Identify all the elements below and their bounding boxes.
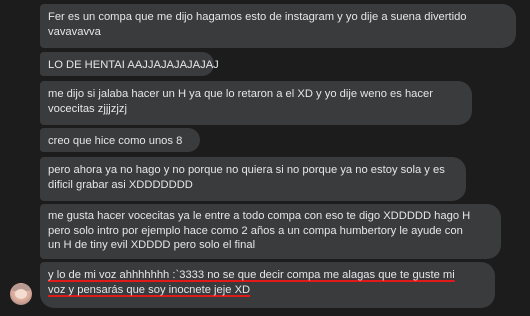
message-text-line-underlined: y lo de mi voz ahhhhhhh :`3333 no se que… <box>48 269 455 281</box>
message-bubble-highlighted[interactable]: y lo de mi voz ahhhhhhh :`3333 no se que… <box>40 262 495 308</box>
message-text-line: me dijo si jalaba hacer un H ya que lo r… <box>48 88 433 100</box>
message-bubble[interactable]: me gusta hacer vocecitas ya le entre a t… <box>40 204 501 259</box>
message-bubble[interactable]: pero ahora ya no hago y no porque no qui… <box>40 157 466 201</box>
message-bubble[interactable]: me dijo si jalaba hacer un H ya que lo r… <box>40 81 472 125</box>
message-bubble[interactable]: creo que hice como unos 8 <box>40 128 200 152</box>
message-text-line: dificil grabar asi XDDDDDDD <box>48 179 193 191</box>
message-bubble[interactable]: Fer es un compa que me dijo hagamos esto… <box>40 4 516 48</box>
message-text-line: me gusta hacer vocecitas ya le entre a t… <box>48 210 471 222</box>
message-text-line: pero solo intro por ejemplo hace como 2 … <box>48 224 463 237</box>
message-text-line: un H de tiny evil XDDDD pero solo el fin… <box>48 239 256 251</box>
message-text-line: pero ahora ya no hago y no porque no qui… <box>48 164 445 176</box>
message-text-line: vavavavva <box>48 26 101 38</box>
sender-avatar[interactable] <box>10 283 32 305</box>
message-text-line: vocecitas zjjjzjzj <box>48 103 127 115</box>
message-text-line: creo que hice como unos 8 <box>48 135 183 147</box>
message-text-line: LO DE HENTAI AAJJAJAJAJAJAJ <box>48 59 219 71</box>
message-bubble[interactable]: LO DE HENTAI AAJJAJAJAJAJAJ <box>40 52 219 76</box>
message-text-line-underlined: voz y pensarás que soy inocnete jeje XD <box>48 284 251 296</box>
avatar-face <box>15 289 27 299</box>
chat-thread: Fer es un compa que me dijo hagamos esto… <box>0 0 530 316</box>
message-text-line: Fer es un compa que me dijo hagamos esto… <box>48 11 467 23</box>
